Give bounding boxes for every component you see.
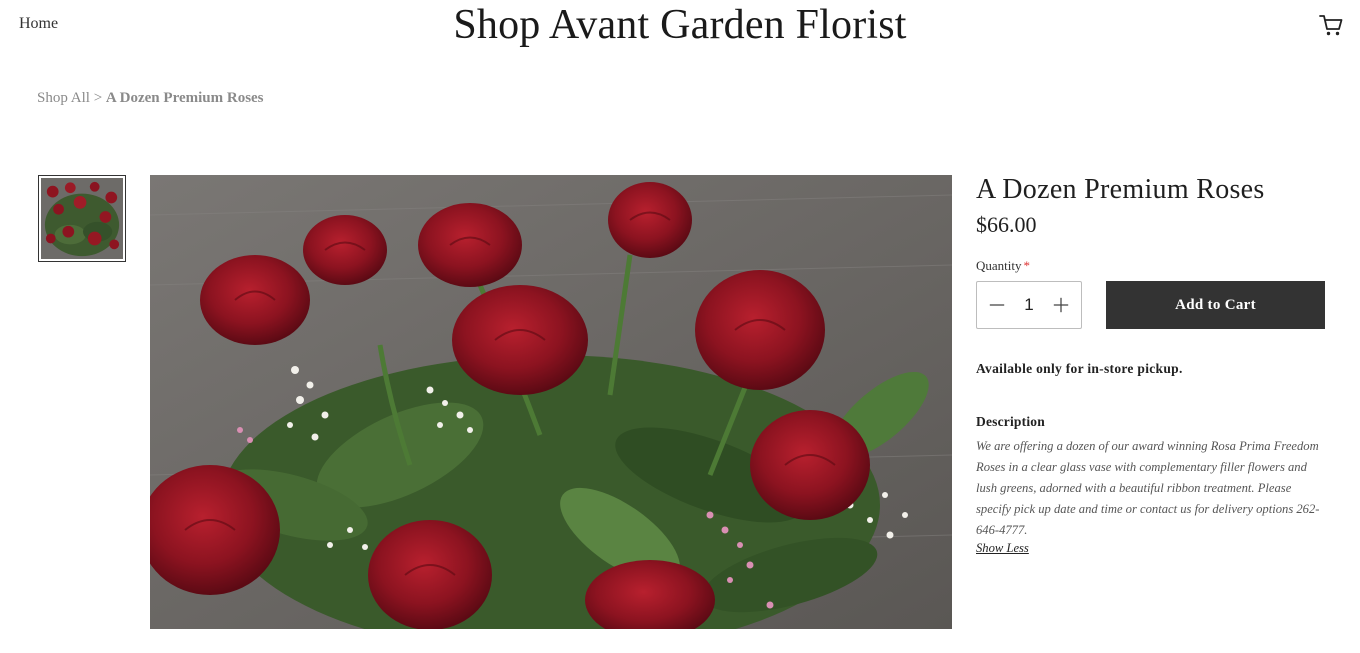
product-thumbnail[interactable] (38, 175, 126, 262)
breadcrumb-current: A Dozen Premium Roses (105, 90, 264, 106)
pickup-note: Available only for in-store pickup. (976, 361, 1183, 376)
quantity-label: Quantity * (976, 258, 1030, 274)
thumbnail-image (41, 178, 123, 259)
decrement-button[interactable] (987, 295, 1007, 315)
breadcrumb-separator: > (89, 90, 106, 106)
breadcrumb-shop-all[interactable]: Shop All (37, 90, 90, 106)
product-main-image[interactable] (150, 175, 952, 629)
required-mark: * (1023, 258, 1031, 273)
product-details-panel: A Dozen Premium Roses $66.00 Quantity* A… (976, 172, 1328, 555)
show-less-link[interactable]: Show Less (976, 541, 1029, 556)
site-title: Shop Avant Garden Florist (453, 2, 907, 48)
breadcrumb: Shop All > A Dozen Premium Roses (37, 90, 264, 107)
quantity-label-text: Quantity (976, 258, 1022, 273)
description-heading: Description (976, 414, 1045, 429)
plus-icon (1053, 297, 1069, 313)
quantity-stepper (976, 281, 1082, 329)
description-text: We are offering a dozen of our award win… (976, 439, 1320, 537)
minus-icon (989, 304, 1005, 306)
cart-icon[interactable] (1318, 12, 1344, 38)
product-title: A Dozen Premium Roses (976, 174, 1265, 205)
quantity-input[interactable] (1014, 295, 1044, 315)
add-to-cart-button[interactable]: Add to Cart (1106, 281, 1325, 329)
increment-button[interactable] (1051, 295, 1071, 315)
product-price: $66.00 (976, 212, 1037, 237)
